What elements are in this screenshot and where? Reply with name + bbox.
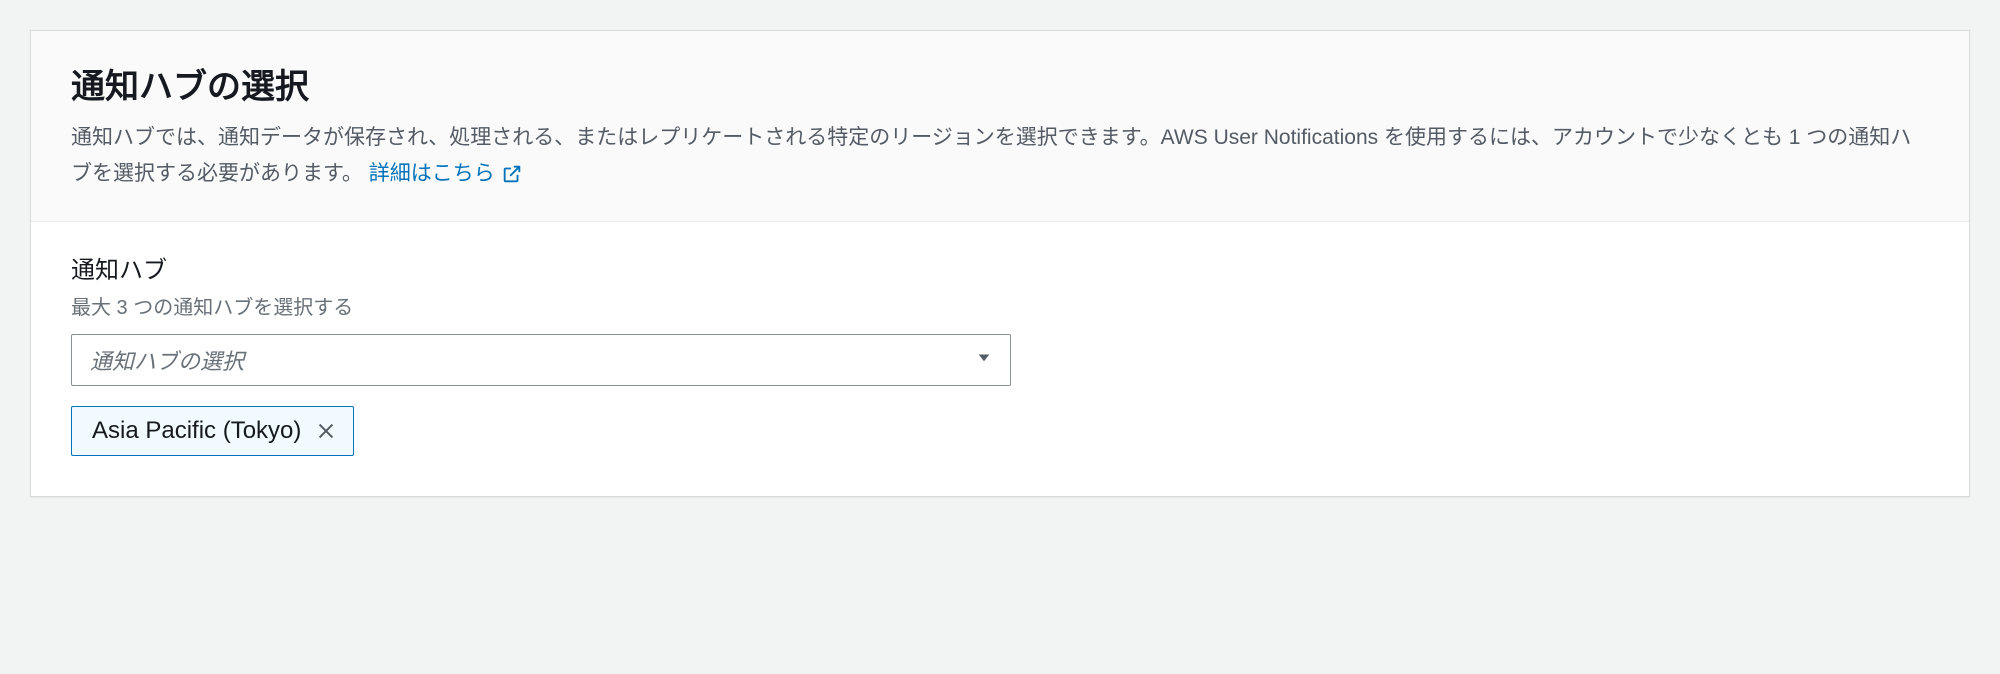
close-icon [315, 420, 337, 442]
field-hint: 最大 3 つの通知ハブを選択する [71, 291, 1929, 320]
panel-body: 通知ハブ 最大 3 つの通知ハブを選択する 通知ハブの選択 Asia Pacif… [31, 222, 1969, 496]
hub-select[interactable]: 通知ハブの選択 [71, 334, 1011, 386]
hub-select-placeholder: 通知ハブの選択 [90, 344, 244, 376]
description-text: 通知ハブでは、通知データが保存され、処理される、またはレプリケートされる特定のリ… [71, 126, 1911, 185]
token-asia-pacific-tokyo: Asia Pacific (Tokyo) [71, 406, 354, 456]
field-label: 通知ハブ [71, 250, 1929, 285]
external-link-icon [501, 163, 523, 185]
token-remove-button[interactable] [315, 420, 337, 442]
panel-header: 通知ハブの選択 通知ハブでは、通知データが保存され、処理される、またはレプリケー… [31, 31, 1969, 222]
hub-select-wrapper: 通知ハブの選択 [71, 334, 1011, 386]
learn-more-link[interactable]: 詳細はこちら [369, 156, 523, 192]
selected-tokens: Asia Pacific (Tokyo) [71, 406, 1929, 456]
panel-description: 通知ハブでは、通知データが保存され、処理される、またはレプリケートされる特定のリ… [71, 120, 1929, 191]
token-label: Asia Pacific (Tokyo) [92, 417, 301, 445]
panel-title: 通知ハブの選択 [71, 59, 1929, 108]
notification-hub-panel: 通知ハブの選択 通知ハブでは、通知データが保存され、処理される、またはレプリケー… [30, 30, 1970, 497]
learn-more-text: 詳細はこちら [369, 156, 495, 192]
